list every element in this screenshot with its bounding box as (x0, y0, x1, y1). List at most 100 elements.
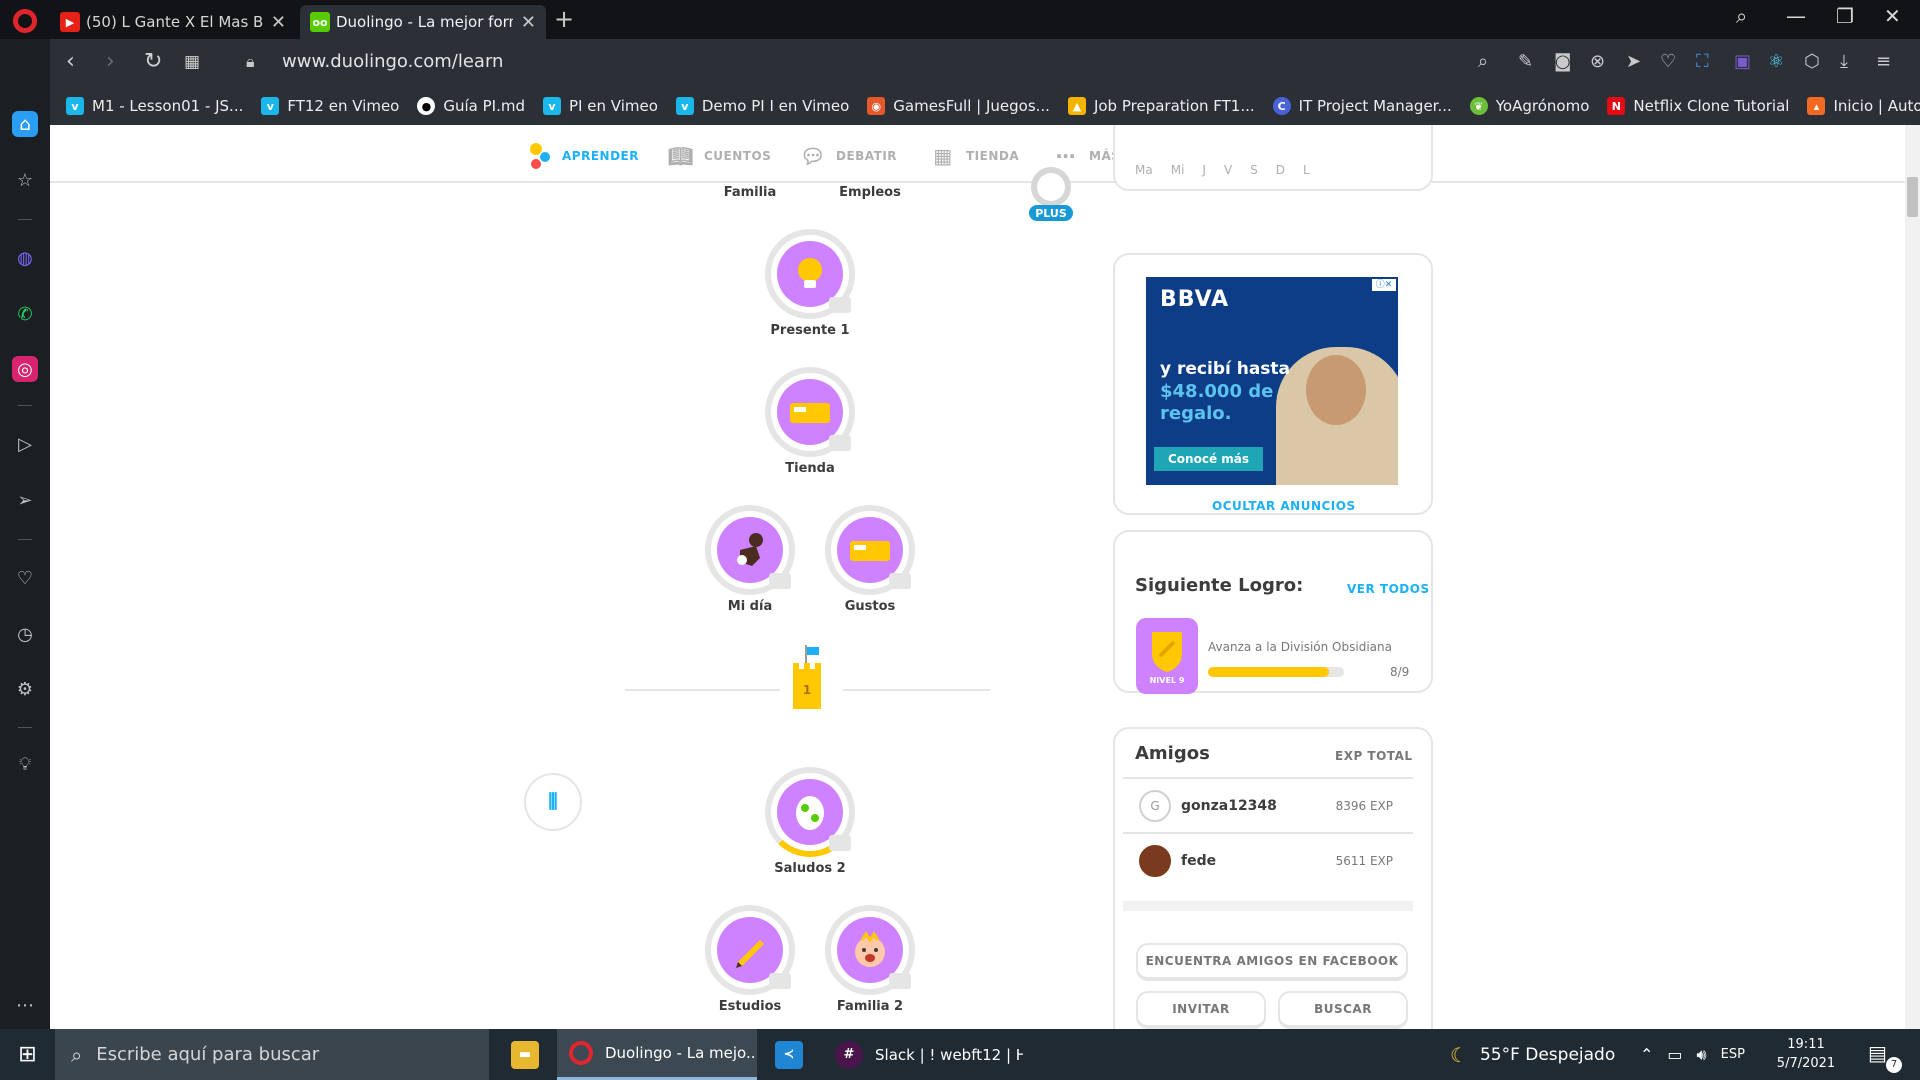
reload-icon[interactable]: ↻ (144, 49, 162, 74)
friend-row[interactable]: fede 5611 EXP (1123, 832, 1413, 887)
search-page-icon[interactable]: ⌕ (1478, 51, 1488, 72)
chevron-up-icon[interactable]: ⌃ (1640, 1045, 1653, 1064)
nav-tienda[interactable]: ▦ TIENDA (930, 143, 1019, 169)
taskbar-search[interactable]: ⌕ Escribe aquí para buscar (55, 1029, 489, 1080)
tab-duolingo[interactable]: oo Duolingo - La mejor forma ✕ (300, 5, 546, 39)
bookmark-item[interactable]: ▴Inicio | Autonomic... (1807, 97, 1920, 115)
messenger-icon[interactable]: ◍ (12, 245, 38, 271)
close-window-icon[interactable]: ✕ (1884, 4, 1901, 28)
bookmark-item[interactable]: N Netflix Clone Tutorial (1607, 97, 1789, 115)
search-tabs-icon[interactable]: ⌕ (1736, 4, 1747, 28)
translate-icon[interactable]: ⛶ (1696, 51, 1709, 72)
new-tab-plus-icon[interactable]: + (554, 5, 574, 33)
weather-widget[interactable]: ☾ 55°F Despejado (1450, 1029, 1615, 1080)
skill-mi-dia[interactable] (705, 505, 795, 595)
ad-cta-button[interactable]: Conocé más (1154, 447, 1264, 471)
bookmark-item[interactable]: v M1 - Lesson01 - JS... (66, 97, 243, 115)
download-icon[interactable]: ⤓ (1840, 51, 1848, 72)
skill-familia-2[interactable] (825, 905, 915, 995)
moon-icon: ☾ (1450, 1042, 1468, 1067)
windows-start-icon[interactable]: ⊞ (0, 1029, 55, 1080)
achievement-progress-text: 8/9 (1390, 665, 1410, 679)
bookmark-item[interactable]: v PI en Vimeo (543, 97, 658, 115)
star-icon[interactable]: ☆ (12, 167, 38, 193)
clock[interactable]: 19:11 5/7/2021 (1766, 1035, 1846, 1073)
settings-sliders-icon[interactable]: ≡ (1876, 51, 1891, 72)
network-icon[interactable]: ▭ (1667, 1045, 1682, 1064)
drive-icon: ▲ (1067, 97, 1086, 115)
notification-center-icon[interactable]: ▤ 7 (1868, 1041, 1902, 1073)
plus-badge[interactable]: PLUS (1025, 165, 1077, 221)
duolingo-top-nav: APRENDER 📖︎ CUENTOS 💬︎ DEBATIR ▦ TIENDA … (50, 125, 1905, 183)
practice-weights-button[interactable]: ⫴ (524, 773, 582, 831)
instagram-icon[interactable]: ◎ (12, 356, 38, 382)
volume-icon[interactable]: 🔊︎ (1697, 1045, 1707, 1065)
skill-tienda[interactable] (765, 367, 855, 457)
friend-name: fede (1181, 852, 1217, 869)
lock-icon[interactable]: 🔒︎ (246, 52, 255, 72)
close-tab-icon[interactable]: ✕ (271, 12, 286, 33)
ad-choices-icon[interactable]: ⓘ✕ (1372, 279, 1396, 291)
forward-icon[interactable]: › (106, 49, 115, 74)
heart-icon[interactable]: ♡ (12, 565, 38, 591)
bookmark-item[interactable]: ❦ YoAgrónomo (1469, 97, 1589, 115)
skill-saludos-2[interactable] (765, 767, 855, 857)
friends-horizontal-scrollbar[interactable] (1123, 901, 1413, 911)
bookmark-item[interactable]: C IT Project Manager... (1272, 97, 1452, 115)
bookmark-item[interactable]: v FT12 en Vimeo (261, 97, 399, 115)
block-icon[interactable]: ⊗ (1590, 51, 1605, 72)
skill-estudios[interactable] (705, 905, 795, 995)
file-explorer-app[interactable]: ▬ (499, 1029, 551, 1080)
minimize-icon[interactable]: — (1786, 4, 1806, 28)
taskbar-app-vscode[interactable]: ≺ (763, 1029, 815, 1080)
page-scrollbar[interactable] (1905, 125, 1920, 1029)
nav-cuentos[interactable]: 📖︎ CUENTOS (668, 143, 771, 169)
player-icon[interactable]: ▷ (12, 431, 38, 457)
cube-icon[interactable]: ⬡ (1804, 51, 1820, 72)
search-friends-button[interactable]: BUSCAR (1278, 991, 1408, 1029)
close-tab-icon[interactable]: ✕ (521, 12, 536, 33)
camera-icon[interactable]: ◙ (1554, 51, 1571, 72)
lightbulb-icon[interactable]: 💡︎ (12, 751, 38, 777)
history-icon[interactable]: ◷ (12, 621, 38, 647)
skill-gustos[interactable] (825, 505, 915, 595)
vimeo-icon: v (675, 97, 694, 115)
settings-gear-icon[interactable]: ⚙ (12, 676, 38, 702)
bbva-ad[interactable]: BBVA y recibí hasta $48.000 de regalo. C… (1146, 277, 1398, 485)
skill-presente-1[interactable] (765, 229, 855, 319)
hide-ads-link[interactable]: OCULTAR ANUNCIOS (1212, 499, 1356, 513)
url-field[interactable]: www.duolingo.com/learn (282, 51, 503, 72)
checkpoint-castle[interactable]: 1 (787, 645, 827, 711)
friend-row[interactable]: G gonza12348 8396 EXP (1123, 777, 1413, 832)
bookmark-item[interactable]: ● Guía PI.md (417, 97, 525, 115)
skill-label: Mi día (727, 599, 773, 614)
find-facebook-friends-button[interactable]: ENCUENTRA AMIGOS EN FACEBOOK (1136, 943, 1408, 981)
send-icon[interactable]: ➤ (1626, 51, 1641, 72)
speed-dial-icon[interactable]: ▦ (184, 52, 200, 72)
taskbar-app-opera[interactable]: Duolingo - La mejo... (557, 1029, 757, 1080)
invite-button[interactable]: INVITAR (1136, 991, 1266, 1029)
language-indicator[interactable]: ESP (1721, 1047, 1745, 1062)
more-dots-icon[interactable]: ⋯ (12, 992, 38, 1018)
restore-icon[interactable]: ❐ (1836, 4, 1854, 28)
nav-aprender[interactable]: APRENDER (526, 143, 639, 169)
see-all-link[interactable]: VER TODOS (1347, 582, 1430, 596)
opera-logo-icon[interactable] (13, 9, 37, 33)
scrollbar-thumb[interactable] (1907, 177, 1918, 217)
skill-label: Saludos 2 (774, 861, 846, 876)
tab-youtube[interactable]: ▶ (50) L Gante X El Mas Berra ✕ (50, 5, 296, 39)
react-devtools-icon[interactable]: ⚛ (1768, 51, 1784, 72)
bookmark-item[interactable]: v Demo PI I en Vimeo (675, 97, 849, 115)
bookmark-item[interactable]: ◉ GamesFull | Juegos... (867, 97, 1050, 115)
extension-icon[interactable]: ▣ (1734, 51, 1751, 72)
bookmark-item[interactable]: ▲ Job Preparation FT1... (1067, 97, 1255, 115)
flow-send-icon[interactable]: ➢ (12, 487, 38, 513)
heart-icon[interactable]: ♡ (1660, 51, 1676, 72)
taskbar-app-slack[interactable]: # Slack | ! webft12 | H... (823, 1029, 1023, 1080)
nav-debatir[interactable]: 💬︎ DEBATIR (800, 143, 897, 169)
edit-icon[interactable]: ✎ (1518, 51, 1533, 72)
c-icon: C (1272, 97, 1291, 115)
back-icon[interactable]: ‹ (66, 49, 75, 74)
whatsapp-icon[interactable]: ✆ (12, 301, 38, 327)
home-icon[interactable]: ⌂ (12, 111, 38, 137)
